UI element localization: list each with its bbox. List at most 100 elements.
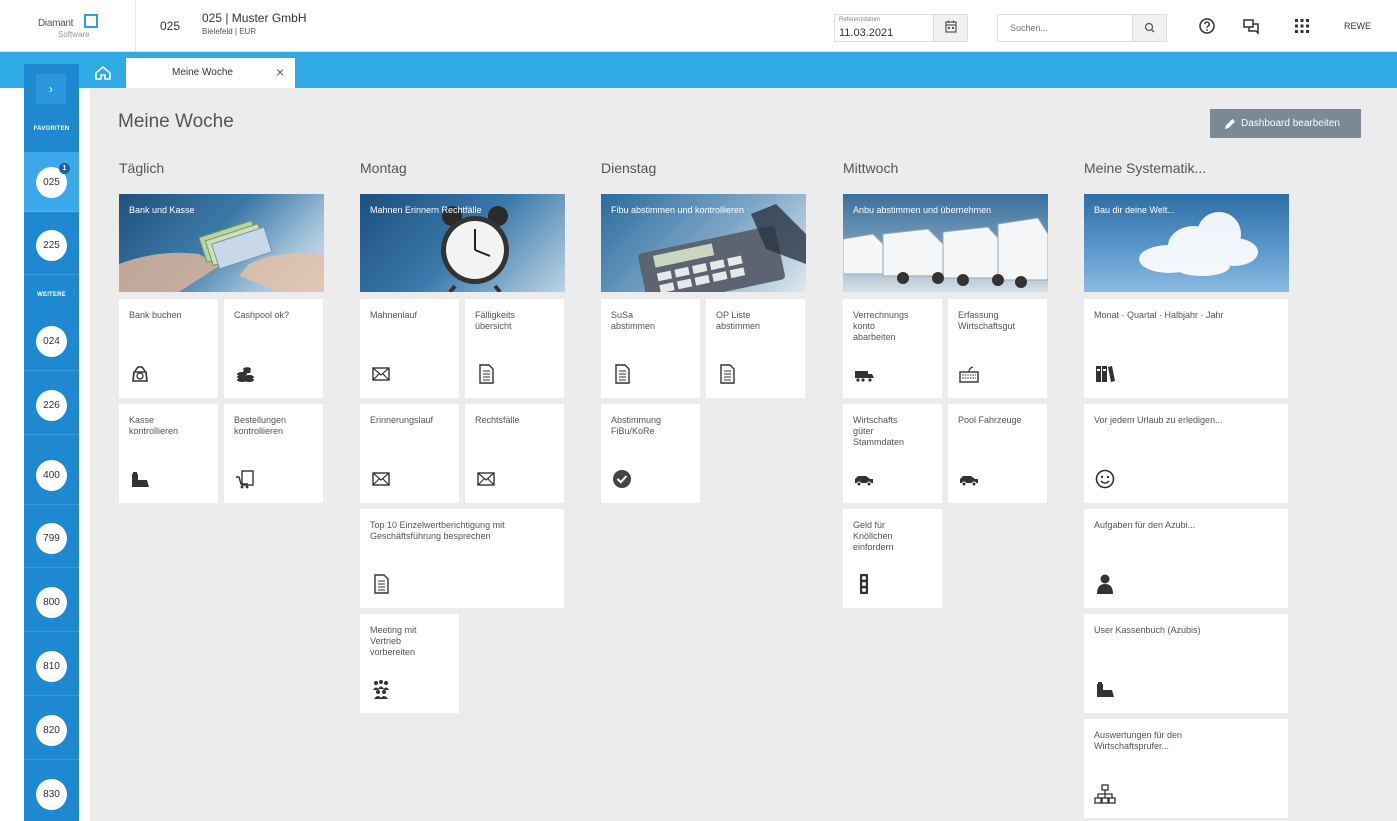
user-menu[interactable]: REWE: [1344, 21, 1371, 31]
tile-label: Abstimmung FiBu/KoRe: [611, 415, 662, 436]
app-logo[interactable]: Diamant Software: [24, 12, 104, 42]
tile-bank-buchen[interactable]: Bank buchen: [119, 299, 218, 398]
calendar-button[interactable]: [933, 15, 967, 41]
client-circle: 400: [36, 460, 67, 491]
envelope-icon: [372, 367, 390, 381]
tile-pool-fahrzeuge[interactable]: Pool Fahrzeuge: [948, 404, 1047, 503]
tile-vor-jedem-urlaub[interactable]: Vor jedem Urlaub zu erledigen...: [1084, 404, 1288, 503]
sidebar-item-025[interactable]: 025 1: [24, 152, 79, 212]
tile-label: Pool Fahrzeuge: [958, 415, 1022, 425]
chat-icon[interactable]: [1241, 16, 1261, 36]
column-title-taeglich: Täglich: [119, 160, 165, 176]
banner-fibu[interactable]: Fibu abstimmen und kontrollieren: [601, 194, 806, 292]
tile-erinnerungslauf[interactable]: Erinnerungslauf: [360, 404, 459, 503]
car-icon: [855, 476, 873, 487]
tile-meeting-vertrieb[interactable]: Meeting mit Vertrieb vorbereiten: [360, 614, 459, 713]
document-icon: [615, 364, 630, 384]
search-icon: [1144, 22, 1155, 33]
tile-label: Monat · Quartal · Halbjahr · Jahr: [1094, 310, 1224, 320]
tile-monat-quartal[interactable]: Monat · Quartal · Halbjahr · Jahr: [1084, 299, 1288, 398]
sidebar-item-820[interactable]: 820: [24, 700, 79, 760]
tile-wirtschaftsgueter-stammdaten[interactable]: Wirtschafts güter Stammdaten: [843, 404, 942, 503]
tile-abstimmung-fibu-kore[interactable]: Abstimmung FiBu/KoRe: [601, 404, 700, 503]
search-input[interactable]: [998, 15, 1132, 41]
envelope-icon: [372, 472, 390, 486]
org-chart-icon: [1094, 784, 1116, 804]
tile-label: Vor jedem Urlaub zu erledigen...: [1094, 415, 1223, 425]
client-circle: 830: [36, 779, 67, 810]
divider: [135, 0, 136, 52]
tile-bestellungen[interactable]: Bestellungen kontrollieren: [224, 404, 323, 503]
envelope-icon: [477, 472, 495, 486]
sidebar-item-830[interactable]: 830: [24, 764, 79, 821]
tile-label: Meeting mit Vertrieb vorbereiten: [370, 625, 417, 657]
edit-dashboard-label: Dashboard bearbeiten: [1241, 118, 1340, 129]
tile-label: OP Liste abstimmen: [716, 310, 761, 331]
apps-grid-icon[interactable]: [1292, 16, 1312, 36]
reference-date-field[interactable]: Referenzdatum 11.03.2021: [834, 14, 968, 42]
banner-title: Fibu abstimmen und kontrollieren: [611, 205, 745, 215]
banner-title: Anbu abstimmen und übernehmen: [853, 205, 992, 215]
coins-icon: [237, 367, 254, 382]
client-circle: 024: [36, 326, 67, 357]
column-title-dienstag: Dienstag: [601, 160, 657, 176]
sidebar-item-810[interactable]: 810: [24, 636, 79, 696]
order-cart-icon: [236, 470, 254, 489]
client-location: Bielefeld | EUR: [202, 27, 257, 36]
truck-icon: [855, 371, 874, 382]
banner-title: Mahnen Erinnern Rechtfälle: [370, 205, 482, 215]
money-bag-icon: [132, 366, 148, 382]
tile-label: Bestellungen kontrollieren: [234, 415, 287, 436]
tile-cashpool[interactable]: Cashpool ok?: [224, 299, 323, 398]
tile-label: Rechtsfälle: [475, 415, 520, 425]
tile-top10-einzelwertberichtigung[interactable]: Top 10 Einzelwertberichtigung mit Geschä…: [360, 509, 564, 608]
sidebar-item-800[interactable]: 800: [24, 572, 79, 632]
tile-faelligkeitsuebersicht[interactable]: Fälligkeits übersicht: [465, 299, 564, 398]
banner-mahnen[interactable]: Mahnen Erinnern Rechtfälle: [360, 194, 565, 292]
banner-bank-und-kasse[interactable]: Bank und Kasse: [119, 194, 324, 292]
keyboard-icon: [959, 366, 979, 383]
client-name[interactable]: 025 | Muster GmbH: [202, 11, 306, 25]
tile-susa-abstimmen[interactable]: SuSa abstimmen: [601, 299, 700, 398]
home-icon[interactable]: [90, 58, 116, 88]
edit-dashboard-button[interactable]: Dashboard bearbeiten: [1210, 109, 1361, 138]
tile-auswertungen-wirtschaftspruefer[interactable]: Auswertungen für den Wirtschaftsprufer..…: [1084, 719, 1288, 818]
tile-kasse[interactable]: Kasse kontrollieren: [119, 404, 218, 503]
tile-aufgaben-azubi[interactable]: Aufgaben für den Azubi...: [1084, 509, 1288, 608]
sidebar-item-799[interactable]: 799: [24, 508, 79, 568]
tile-verrechnungskonto[interactable]: Verrechnungs konto abarbeiten: [843, 299, 942, 398]
banner-systematik[interactable]: Bau dir deine Welt...: [1084, 194, 1289, 292]
tile-user-kassenbuch[interactable]: User Kassenbuch (Azubis): [1084, 614, 1288, 713]
client-number[interactable]: 025: [160, 19, 180, 33]
sidebar-item-226[interactable]: 226: [24, 375, 79, 435]
tile-geld-knoellchen[interactable]: Geld für Knöllchen einfordern: [843, 509, 942, 608]
notification-badge: 1: [59, 163, 70, 174]
client-circle: 226: [36, 390, 67, 421]
sidebar-expand-button[interactable]: ›: [36, 74, 66, 104]
reference-date-value[interactable]: 11.03.2021: [839, 27, 893, 39]
traffic-light-icon: [860, 574, 868, 594]
help-icon[interactable]: [1197, 16, 1217, 36]
sidebar-item-400[interactable]: 400: [24, 445, 79, 505]
client-circle: 800: [36, 587, 67, 618]
tile-erfassung-wirtschaftsgut[interactable]: Erfassung Wirtschaftsgut: [948, 299, 1047, 398]
pencil-icon: [1225, 119, 1235, 129]
tile-label: Mahnenlauf: [370, 310, 418, 320]
tab-label: Meine Woche: [172, 67, 233, 78]
tile-rechtsfaelle[interactable]: Rechtsfälle: [465, 404, 564, 503]
column-title-montag: Montag: [360, 160, 407, 176]
sidebar-item-225[interactable]: 225: [24, 215, 79, 275]
tile-label: Erinnerungslauf: [370, 415, 434, 425]
search-button[interactable]: [1132, 15, 1166, 41]
client-circle: 225: [36, 230, 67, 261]
calendar-icon: [945, 20, 957, 33]
banner-anbu[interactable]: Anbu abstimmen und übernehmen: [843, 194, 1048, 292]
close-icon[interactable]: ×: [276, 64, 284, 80]
tile-op-liste[interactable]: OP Liste abstimmen: [706, 299, 805, 398]
banner-title: Bau dir deine Welt...: [1094, 205, 1175, 215]
banner-title: Bank und Kasse: [129, 205, 195, 215]
sidebar-item-024[interactable]: 024: [24, 311, 79, 371]
logo-text: Diamant: [38, 18, 74, 29]
tile-mahnenlauf[interactable]: Mahnenlauf: [360, 299, 459, 398]
tab-meine-woche[interactable]: Meine Woche ×: [126, 58, 295, 88]
